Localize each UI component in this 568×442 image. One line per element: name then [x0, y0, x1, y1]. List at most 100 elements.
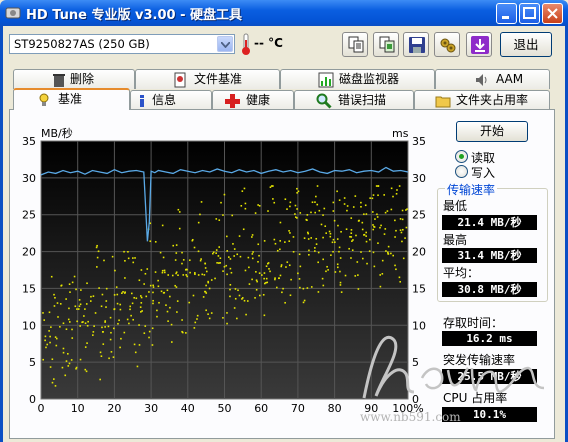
access-time-point: [318, 209, 321, 212]
access-time-point: [127, 250, 129, 253]
access-time-point: [85, 370, 88, 373]
access-time-point: [229, 288, 231, 291]
access-time-point: [210, 279, 213, 281]
tab-benchmark[interactable]: 基准: [13, 88, 130, 110]
access-time-point: [392, 195, 394, 198]
access-time-point: [401, 218, 404, 221]
access-time-point: [289, 294, 292, 297]
access-time-point: [53, 293, 55, 296]
access-time-point: [405, 209, 407, 211]
access-time-point: [325, 232, 328, 234]
access-time-point: [68, 362, 71, 365]
access-time-point: [181, 262, 183, 265]
y-axis-right-label: ms: [392, 127, 409, 140]
access-time-point: [399, 280, 402, 283]
access-time-point: [177, 274, 179, 277]
access-time-point: [68, 321, 71, 323]
access-time-point: [152, 291, 154, 294]
min-value: 21.4 MB/秒: [442, 215, 537, 230]
access-time-point: [377, 242, 379, 244]
access-time-point: [398, 276, 401, 279]
access-time-point: [117, 322, 119, 325]
access-time-point: [374, 218, 376, 220]
access-time-point: [384, 211, 387, 214]
access-time-point: [251, 257, 254, 260]
access-time-point: [113, 294, 116, 296]
access-time-point: [244, 207, 247, 210]
access-time-point: [315, 243, 318, 245]
access-time-point: [182, 259, 185, 261]
access-time-point: [222, 317, 224, 319]
access-time-point: [303, 299, 306, 302]
access-time-point: [105, 300, 108, 302]
access-time-point: [87, 320, 89, 323]
access-time-point: [194, 272, 196, 274]
access-time-point: [316, 185, 319, 187]
access-time-point: [306, 214, 309, 216]
access-time-point: [276, 286, 278, 289]
access-time-point: [279, 274, 282, 277]
access-time-point: [306, 231, 309, 234]
access-time-point: [336, 266, 339, 269]
access-time-point: [296, 187, 298, 190]
access-time-point: [152, 284, 154, 287]
access-time-point: [59, 326, 61, 328]
access-time-point: [274, 277, 276, 279]
x-tick-label: 20: [107, 402, 121, 415]
access-time-point: [279, 221, 282, 224]
access-time-point: [68, 283, 71, 285]
access-time-point: [109, 338, 112, 341]
access-time-point: [248, 266, 250, 269]
y-tick-label: 15: [22, 282, 36, 295]
access-time-point: [311, 201, 314, 204]
access-time-point: [296, 192, 298, 194]
access-time-point: [346, 205, 349, 207]
access-time-point: [302, 301, 305, 304]
access-time-point: [215, 249, 218, 251]
access-time-point: [169, 306, 171, 309]
access-time-point: [248, 283, 251, 285]
y-tick-label: 10: [22, 319, 36, 332]
access-time-point: [205, 309, 207, 312]
access-time-point: [92, 331, 95, 333]
access-time-point: [306, 287, 309, 289]
access-time-point: [50, 326, 52, 328]
access-time-point: [85, 303, 88, 305]
access-time-point: [79, 325, 82, 327]
read-radio[interactable]: [455, 150, 468, 163]
access-time-point: [128, 322, 130, 325]
access-time-point: [284, 241, 286, 243]
access-time-point: [42, 312, 44, 314]
x-tick-label: 60: [254, 402, 268, 415]
access-time-point: [236, 317, 238, 320]
access-time-point: [383, 194, 385, 196]
access-time-point: [399, 229, 402, 232]
access-time-point: [105, 306, 107, 308]
access-time-point: [92, 295, 95, 297]
access-time-point: [181, 330, 183, 333]
access-time-point: [181, 251, 183, 254]
access-time-point: [163, 269, 166, 272]
access-time-point: [156, 315, 158, 318]
access-time-point: [230, 271, 233, 274]
access-time-point: [185, 274, 188, 276]
access-time-point: [241, 190, 244, 192]
access-time-point: [157, 279, 159, 282]
write-radio[interactable]: [455, 165, 468, 178]
access-time-point: [322, 258, 324, 261]
access-time-point: [140, 269, 143, 271]
start-button[interactable]: 开始: [456, 121, 528, 142]
access-time-point: [395, 192, 398, 195]
access-time-point: [251, 278, 253, 281]
x-tick-label: 40: [181, 402, 195, 415]
access-time-point: [196, 318, 198, 320]
access-time-point: [146, 268, 149, 270]
access-time-point: [160, 290, 163, 293]
access-time-point: [308, 249, 310, 252]
write-radio-label[interactable]: 写入: [471, 164, 495, 181]
access-time-point: [394, 264, 396, 267]
access-time-point: [350, 236, 353, 238]
access-time-point: [99, 351, 102, 354]
access-time-point: [93, 325, 95, 327]
access-time-point: [104, 320, 107, 322]
